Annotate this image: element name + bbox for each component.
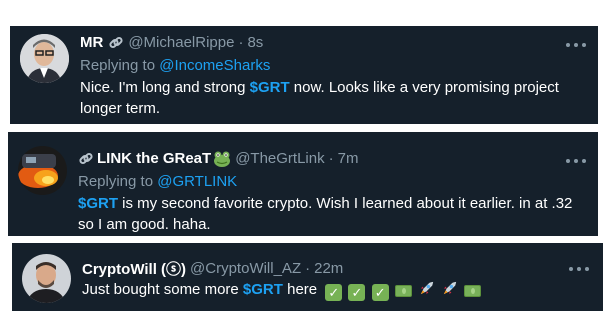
handle[interactable]: @CryptoWill_AZ xyxy=(190,260,301,277)
reply-mention-link[interactable]: @IncomeSharks xyxy=(159,57,270,74)
avatar-photo xyxy=(22,254,71,303)
separator-dot: · xyxy=(328,150,334,167)
tweet-text-segment: here xyxy=(282,281,318,298)
tweet-card-3[interactable]: CryptoWill (ⓢ) @CryptoWill_AZ · 22m Just… xyxy=(12,243,603,311)
display-name[interactable]: LINK the GReaT xyxy=(97,150,211,167)
display-name[interactable]: MR xyxy=(80,34,103,51)
avatar[interactable] xyxy=(18,146,67,195)
tweet-text: $GRT is my second favorite crypto. Wish … xyxy=(78,193,590,235)
cashtag-link[interactable]: $GRT xyxy=(250,79,290,96)
rocket-icon xyxy=(420,281,434,295)
replying-to-label: Replying to xyxy=(80,57,156,74)
avatar-photo xyxy=(18,146,67,195)
timestamp[interactable]: 22m xyxy=(314,260,343,277)
more-options-icon[interactable] xyxy=(566,156,586,166)
more-options-icon[interactable] xyxy=(569,264,589,274)
more-options-icon[interactable] xyxy=(566,40,586,50)
frog-emoji-icon xyxy=(213,151,231,167)
link-icon xyxy=(78,151,94,167)
separator-dot: · xyxy=(305,260,311,277)
avatar-photo xyxy=(20,34,69,83)
avatar[interactable] xyxy=(20,34,69,83)
tweet-card-1[interactable]: MR @MichaelRippe · 8s Replying to @Incom… xyxy=(10,26,598,124)
replying-to: Replying to @GRTLINK xyxy=(78,173,237,190)
tweet-text: Nice. I'm long and strong $GRT now. Look… xyxy=(80,77,590,119)
tweet-card-2[interactable]: LINK the GReaT @TheGrtLink · 7m Replying… xyxy=(8,132,598,236)
handle[interactable]: @TheGrtLink xyxy=(235,150,324,167)
avatar[interactable] xyxy=(22,254,71,303)
tweet-text: Just bought some more $GRT here ✓ ✓ ✓ xyxy=(82,279,594,301)
tweet-text-segment: Just bought some more xyxy=(82,281,243,298)
tweet-text-segment: is my second favorite crypto. Wish I lea… xyxy=(78,195,573,233)
replying-to-label: Replying to xyxy=(78,173,154,190)
handle[interactable]: @MichaelRippe xyxy=(128,34,234,51)
timestamp[interactable]: 7m xyxy=(338,150,359,167)
display-name[interactable]: CryptoWill (ⓢ) xyxy=(82,258,186,279)
check-icon: ✓ xyxy=(371,284,389,301)
check-icon: ✓ xyxy=(325,284,343,301)
timestamp[interactable]: 8s xyxy=(247,34,263,51)
tweet-text-segment: Nice. I'm long and strong xyxy=(80,79,250,96)
link-icon xyxy=(108,35,124,51)
replying-to: Replying to @IncomeSharks xyxy=(80,57,270,74)
cashtag-link[interactable]: $GRT xyxy=(78,195,118,212)
reply-mention-link[interactable]: @GRTLINK xyxy=(157,173,237,190)
rocket-icon xyxy=(444,281,457,295)
check-icon: ✓ xyxy=(348,284,366,301)
money-icon xyxy=(464,285,482,297)
separator-dot: · xyxy=(238,34,244,51)
money-icon xyxy=(394,285,412,297)
cashtag-link[interactable]: $GRT xyxy=(243,281,283,298)
